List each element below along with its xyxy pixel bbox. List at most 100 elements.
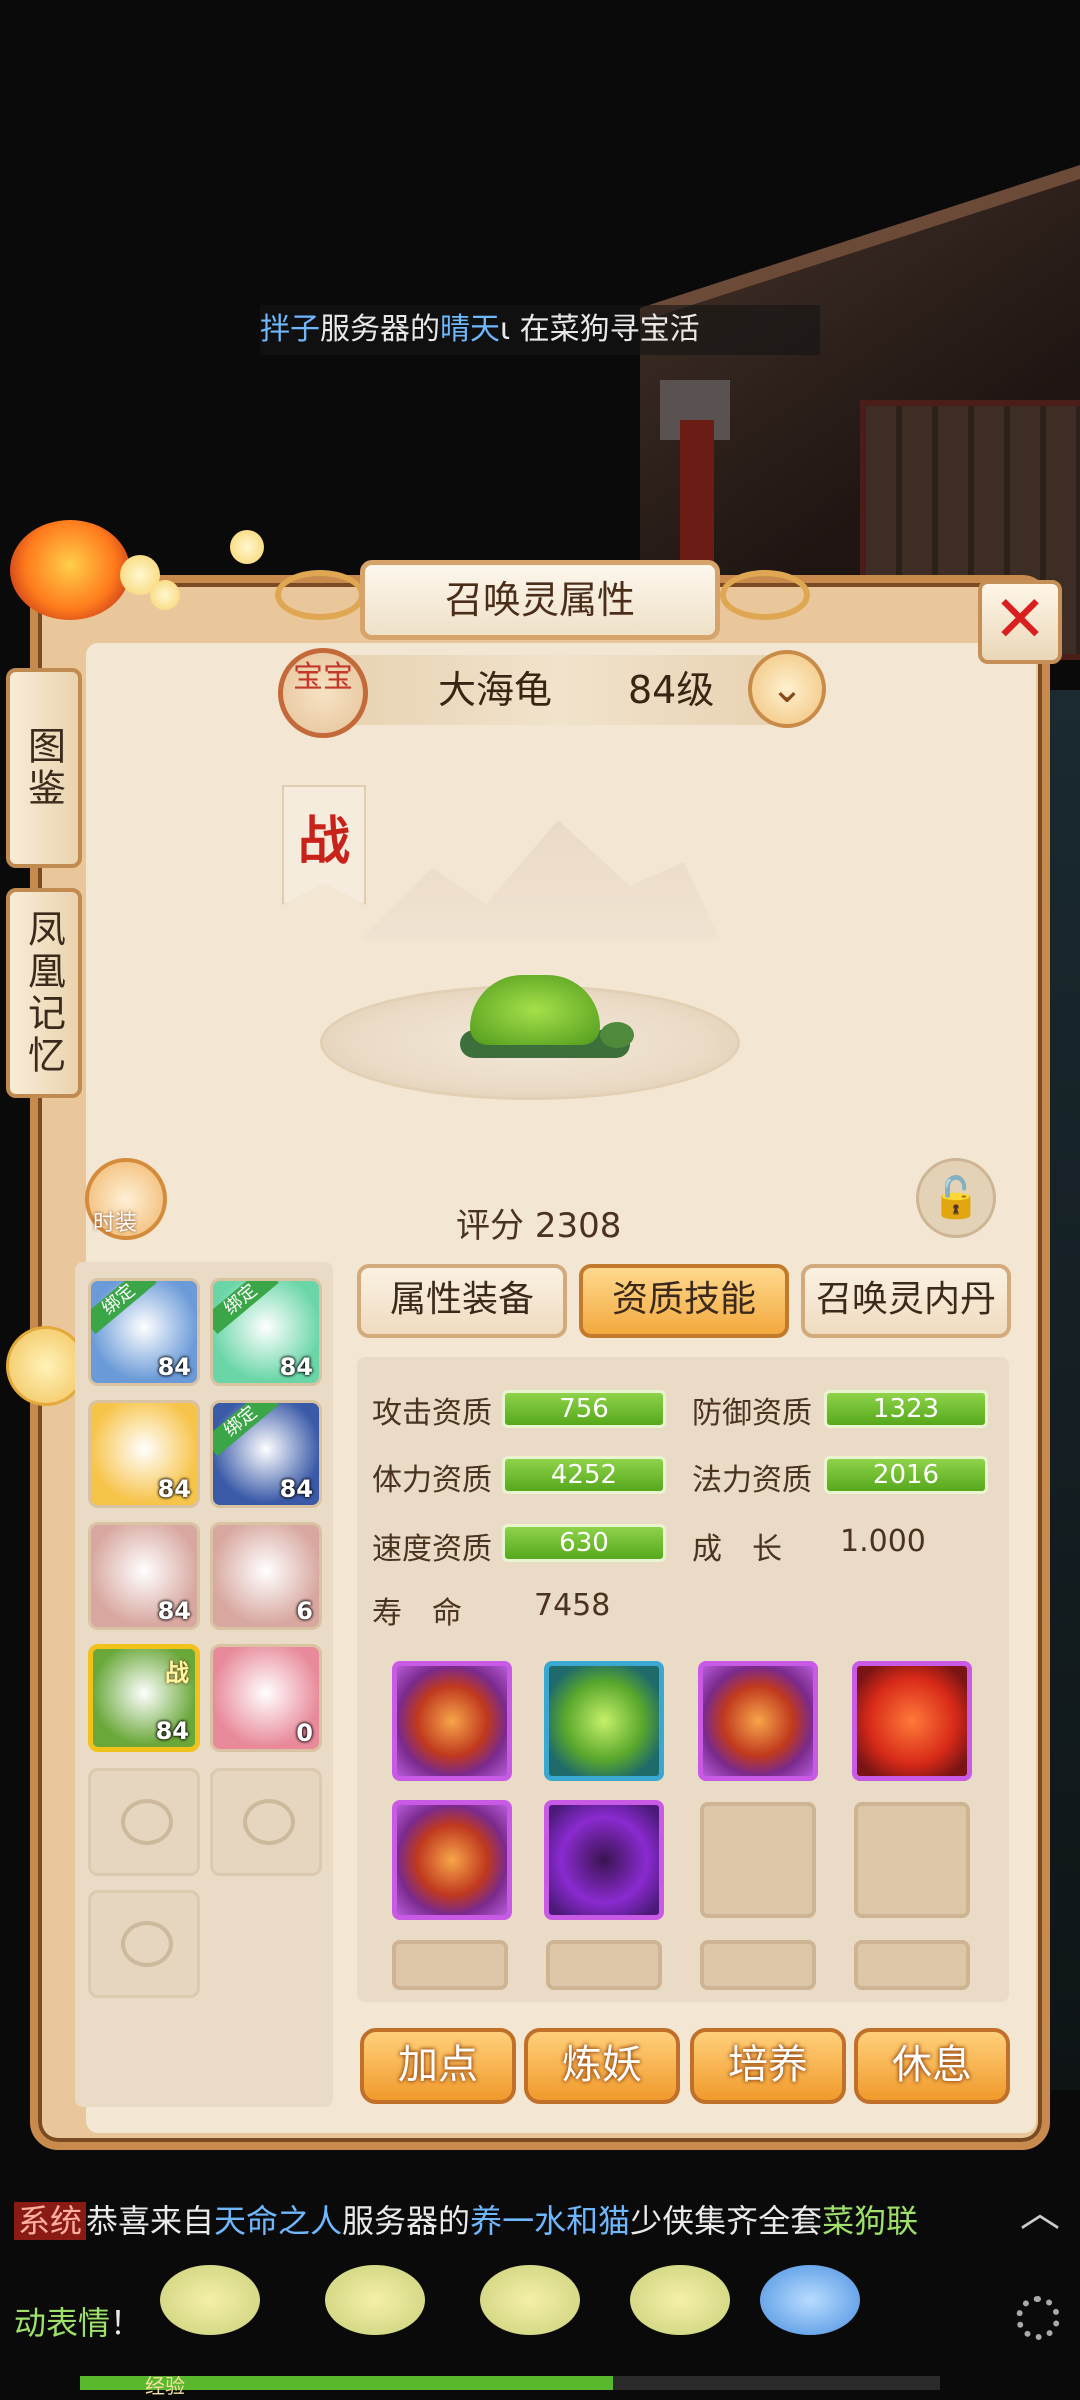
growth-label: 成 长 (692, 1532, 782, 1567)
pet-slot-level: 6 (296, 1597, 313, 1625)
companion-avatar[interactable] (6, 1326, 86, 1406)
title-ornament-right (720, 570, 810, 620)
refine-button[interactable]: 炼妖 (524, 2028, 680, 2104)
lock-icon (121, 1921, 173, 1967)
skill-slot[interactable] (392, 1661, 512, 1781)
broadcast-server: 拌子 (260, 312, 320, 347)
outfit-label: 时装 (93, 1211, 138, 1236)
tab-summon-core[interactable]: 召唤灵内丹 (801, 1264, 1011, 1338)
pet-slot-level: 84 (279, 1475, 313, 1503)
world-broadcast: 拌子服务器的晴天ι 在菜狗寻宝活 (260, 305, 820, 355)
pet-slot[interactable]: 绑定 84 (88, 1278, 200, 1386)
speed-aptitude-bar: 630 (502, 1524, 666, 1562)
chat-text: ！ (110, 2304, 143, 2342)
system-chat-line: 系统 恭喜来自天命之人服务器的养一水和猫少侠集齐全套菜狗联 (14, 2196, 918, 2242)
bound-badge: 绑定 (213, 1403, 279, 1457)
attack-aptitude-bar: 756 (502, 1390, 666, 1428)
panel-title: 召唤灵属性 (360, 560, 720, 640)
pet-slot[interactable]: 战 84 (88, 1644, 200, 1752)
tab-aptitude-skills[interactable]: 资质技能 (579, 1264, 789, 1338)
chat-server: 天命之人 (214, 2202, 343, 2240)
background-side-wall (1045, 690, 1080, 2090)
emoji-icon (160, 2265, 260, 2335)
bound-badge: 绑定 (213, 1281, 279, 1335)
panda-placeholder-icon (121, 1799, 173, 1845)
tab-phoenix-memory[interactable]: 凤凰记忆 (6, 888, 82, 1098)
cultivate-button[interactable]: 培养 (690, 2028, 846, 2104)
speed-aptitude-label: 速度资质 (372, 1532, 492, 1567)
tab-attribute-equipment[interactable]: 属性装备 (357, 1264, 567, 1338)
pet-score: 评分 2308 (456, 1198, 621, 1247)
pet-level: 84级 (628, 668, 715, 712)
lock-button[interactable]: 🔓 (916, 1158, 996, 1238)
defense-aptitude-bar: 1323 (824, 1390, 988, 1428)
chat-item[interactable]: 菜狗联 (822, 2202, 918, 2240)
life-value: 7458 (534, 1588, 611, 1623)
experience-label: 经验 (145, 2374, 185, 2398)
skill-slot-empty[interactable] (392, 1940, 508, 1990)
empty-pet-slot[interactable] (88, 1768, 200, 1876)
emoji-icon (760, 2265, 860, 2335)
life-label: 寿 命 (372, 1596, 462, 1631)
phoenix-ornament-icon (10, 520, 130, 620)
pet-slot-level: 84 (157, 1597, 191, 1625)
close-icon: ✕ (993, 583, 1047, 657)
pet-slot[interactable]: 84 (88, 1522, 200, 1630)
game-screen: 拌子服务器的晴天ι 在菜狗寻宝活 召唤灵属性 ✕ 图鉴 凤凰记忆 宝宝 大海龟 … (0, 0, 1080, 2400)
pet-slot[interactable]: 84 (88, 1400, 200, 1508)
magic-aptitude-bar: 2016 (824, 1456, 988, 1494)
flower-ornament-icon (230, 530, 264, 564)
skill-slot-empty[interactable] (700, 1802, 816, 1918)
attack-aptitude-label: 攻击资质 (372, 1396, 492, 1431)
skill-slot[interactable] (544, 1661, 664, 1781)
rest-button[interactable]: 休息 (854, 2028, 1010, 2104)
tab-handbook[interactable]: 图鉴 (6, 668, 82, 868)
chat-text: 少侠集齐全套 (630, 2202, 823, 2240)
pet-type-badge: 宝宝 (278, 648, 368, 738)
broadcast-text: 服务器的 (320, 312, 440, 347)
locked-pet-slot[interactable] (88, 1890, 200, 1998)
skill-slot-empty[interactable] (854, 1940, 970, 1990)
turtle-head (600, 1022, 634, 1048)
emoji-icon (630, 2265, 730, 2335)
skill-slot[interactable] (852, 1661, 972, 1781)
pet-dropdown-button[interactable]: ⌄ (748, 650, 826, 728)
score-label: 评分 (456, 1206, 524, 1246)
pet-slot[interactable]: 0 (210, 1644, 322, 1752)
pet-slot-level: 84 (155, 1717, 189, 1745)
add-points-button[interactable]: 加点 (360, 2028, 516, 2104)
flower-ornament-icon (150, 580, 180, 610)
pet-slot-level: 84 (157, 1475, 191, 1503)
gear-icon[interactable] (1016, 2296, 1060, 2340)
pet-slot[interactable]: 绑定 84 (210, 1278, 322, 1386)
skill-slot[interactable] (698, 1661, 818, 1781)
title-ornament-left (275, 570, 365, 620)
system-chat-line-2: 动表情！ (14, 2298, 142, 2344)
defense-aptitude-label: 防御资质 (692, 1396, 812, 1431)
broadcast-text-end: ι 在菜狗寻宝活 (500, 312, 700, 347)
magic-aptitude-label: 法力资质 (692, 1463, 812, 1498)
battle-tag: 战 (165, 1659, 189, 1687)
lock-icon: 🔓 (931, 1175, 981, 1221)
bound-badge: 绑定 (91, 1281, 157, 1335)
skill-slot-empty[interactable] (700, 1940, 816, 1990)
chat-item[interactable]: 动表情 (14, 2304, 110, 2342)
stamina-aptitude-label: 体力资质 (372, 1463, 492, 1498)
pet-slot[interactable]: 绑定 84 (210, 1400, 322, 1508)
system-tag: 系统 (14, 2202, 87, 2240)
close-button[interactable]: ✕ (978, 580, 1062, 664)
pet-slot-level: 84 (279, 1353, 313, 1381)
skill-slot-empty[interactable] (546, 1940, 662, 1990)
chevron-up-icon[interactable]: ︿ (1020, 2180, 1060, 2238)
panda-placeholder-icon (243, 1799, 295, 1845)
experience-bar (80, 2376, 940, 2390)
skill-slot[interactable] (544, 1800, 664, 1920)
chat-text: 服务器的 (342, 2202, 471, 2240)
pet-slot[interactable]: 6 (210, 1522, 322, 1630)
pet-slot-level: 84 (157, 1353, 191, 1381)
empty-pet-slot[interactable] (210, 1768, 322, 1876)
skill-slot-empty[interactable] (854, 1802, 970, 1918)
score-value: 2308 (534, 1206, 622, 1246)
skill-slot[interactable] (392, 1800, 512, 1920)
background-pillar (680, 420, 714, 580)
